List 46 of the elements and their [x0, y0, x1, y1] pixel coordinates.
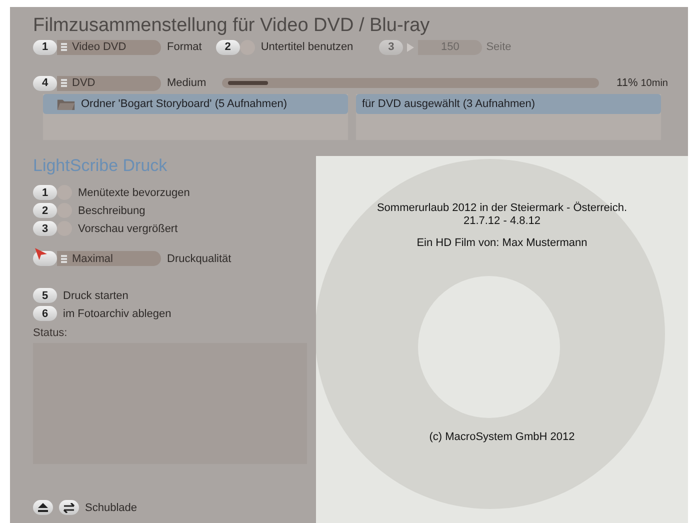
disc-text: Ein HD Film von: Max Mustermann: [416, 237, 588, 250]
menu-icon: [61, 254, 67, 262]
toggle[interactable]: [57, 185, 72, 200]
option-label: Vorschau vergrößert: [78, 222, 178, 234]
number-button[interactable]: 1: [33, 40, 57, 54]
number-button[interactable]: 2: [216, 40, 240, 54]
number-button[interactable]: 5: [33, 288, 57, 303]
menu-icon: [61, 43, 67, 51]
medium-label: Medium: [167, 77, 206, 89]
action-label: im Fotoarchiv ablegen: [63, 308, 172, 320]
drawer-label: Schublade: [85, 502, 137, 514]
number-button[interactable]: 4: [33, 76, 57, 90]
option-label: Beschreibung: [78, 204, 146, 216]
toggle[interactable]: [57, 221, 72, 236]
disc-footer: (c) MacroSystem GmbH 2012: [316, 431, 688, 443]
number-button[interactable]: 3: [33, 221, 57, 236]
toggle[interactable]: [240, 40, 255, 54]
option-label: Menütexte bevorzugen: [78, 186, 190, 198]
number-button[interactable]: 2: [33, 203, 57, 218]
duration-text: 10min: [640, 78, 668, 88]
eject-button[interactable]: [33, 500, 53, 515]
status-label: Status:: [33, 327, 68, 339]
section-heading: LightScribe Druck: [33, 156, 168, 176]
folder-icon: [57, 98, 75, 110]
pointer-icon: [35, 248, 47, 260]
swap-icon: [63, 502, 75, 512]
window-title: Filmzusammenstellung für Video DVD / Blu-ray: [33, 15, 431, 37]
panel-title: für DVD ausgewählt (3 Aufnahmen): [362, 98, 536, 110]
page-label: Seite: [486, 41, 512, 53]
number-button[interactable]: 6: [33, 306, 57, 321]
swap-button[interactable]: [59, 500, 79, 515]
panel-title: Ordner 'Bogart Storyboard' (5 Aufnahmen): [81, 98, 287, 110]
medium-selector[interactable]: DVD: [57, 76, 161, 90]
action-label: Druck starten: [63, 290, 128, 302]
number-button[interactable]: 1: [33, 185, 57, 200]
menu-icon: [61, 79, 67, 87]
quality-label: Druckqualität: [167, 252, 232, 264]
subtitle-label: Untertitel benutzen: [260, 41, 354, 53]
quality-selector[interactable]: Maximal: [57, 251, 161, 266]
progress-reading: 11%: [616, 77, 638, 89]
play-icon: [407, 42, 414, 52]
format-selector[interactable]: Video DVD: [57, 40, 161, 54]
disc-text: Sommerurlaub 2012 in der Steiermark - Österreich. 21.7.12 - 4.8.12: [376, 202, 628, 228]
eject-icon: [38, 503, 48, 512]
format-label: Format: [167, 41, 202, 53]
toggle[interactable]: [57, 203, 72, 218]
